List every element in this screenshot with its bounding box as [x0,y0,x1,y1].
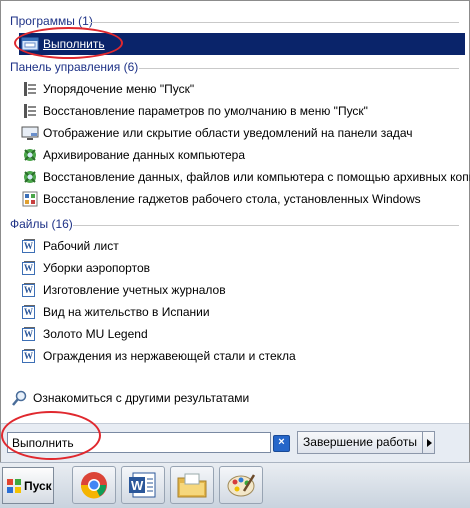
word-document-icon: W [22,305,35,319]
taskbar-chrome[interactable] [72,466,116,504]
result-file[interactable]: W Рабочий лист [19,235,465,257]
backup-icon [21,168,39,186]
group-programs-title: Программы (1) [10,14,97,28]
result-label: Уборки аэропортов [43,261,151,275]
result-label: Вид на жительство в Испании [43,305,210,319]
result-start-menu-defaults[interactable]: Восстановление параметров по умолчанию в… [19,100,465,122]
shutdown-button[interactable]: Завершение работы [297,431,423,454]
word-icon: W [129,472,156,498]
start-menu: Программы (1) Выполнить Панель управлени… [0,0,470,462]
result-label: Архивирование данных компьютера [43,148,245,162]
result-file[interactable]: W Вид на жительство в Испании [19,301,465,323]
word-document-icon: W [22,283,35,297]
group-divider [89,22,459,23]
svg-text:W: W [131,478,144,493]
start-label: Пуск [24,478,52,493]
result-label: Восстановление данных, файлов или компью… [43,170,470,184]
result-file[interactable]: W Ограждения из нержавеющей стали и стек… [19,345,465,367]
more-results-link[interactable]: Ознакомиться с другими результатами [9,387,455,409]
group-divider [139,68,459,69]
result-start-menu-order[interactable]: Упорядочение меню "Пуск" [19,78,465,100]
result-gadgets[interactable]: Восстановление гаджетов рабочего стола, … [19,188,465,210]
result-label: Рабочий лист [43,239,119,253]
notification-area-icon [21,124,39,142]
result-run[interactable]: Выполнить [19,33,465,55]
result-label: Выполнить [43,37,105,51]
group-programs: Программы (1) [1,13,467,29]
word-document-icon: W [22,261,35,275]
search-box[interactable] [7,432,271,453]
more-results-label: Ознакомиться с другими результатами [33,391,250,405]
result-file[interactable]: W Уборки аэропортов [19,257,465,279]
group-files-title: Файлы (16) [10,217,77,231]
result-notification-area[interactable]: Отображение или скрытие области уведомле… [19,122,465,144]
taskbar: Пуск W [0,462,470,508]
group-files: Файлы (16) [1,216,467,232]
result-label: Изготовление учетных журналов [43,283,226,297]
chrome-icon [80,472,107,499]
paint-icon [227,474,256,497]
search-bar-area: × Завершение работы [1,423,469,462]
result-file[interactable]: W Золото MU Legend [19,323,465,345]
clear-search-icon[interactable]: × [273,435,290,452]
explorer-folder-icon [177,473,207,498]
result-label: Отображение или скрытие области уведомле… [43,126,413,140]
start-menu-settings-icon [21,102,39,120]
result-backup[interactable]: Архивирование данных компьютера [19,144,465,166]
search-input[interactable] [8,433,242,452]
result-label: Упорядочение меню "Пуск" [43,82,195,96]
result-file[interactable]: W Изготовление учетных журналов [19,279,465,301]
start-button[interactable]: Пуск [2,467,54,504]
run-icon [21,35,39,53]
search-results: Программы (1) Выполнить Панель управлени… [1,1,470,423]
taskbar-word[interactable]: W [121,466,165,504]
shutdown-options-button[interactable] [422,431,435,454]
word-document-icon: W [22,239,35,253]
word-document-icon: W [22,349,35,363]
group-divider [73,225,459,226]
gadgets-icon [21,190,39,208]
group-control-panel-title: Панель управления (6) [10,60,143,74]
group-control-panel: Панель управления (6) [1,59,467,75]
result-label: Золото MU Legend [43,327,148,341]
result-label: Восстановление гаджетов рабочего стола, … [43,192,421,206]
result-label: Ограждения из нержавеющей стали и стекла [43,349,296,363]
taskbar-paint[interactable] [219,466,263,504]
result-label: Восстановление параметров по умолчанию в… [43,104,368,118]
result-restore[interactable]: Восстановление данных, файлов или компью… [19,166,470,188]
taskbar-explorer[interactable] [170,466,214,504]
backup-icon [21,146,39,164]
windows-flag-icon [6,478,22,494]
start-menu-settings-icon [21,80,39,98]
word-document-icon: W [22,327,35,341]
magnifier-icon [11,389,29,407]
